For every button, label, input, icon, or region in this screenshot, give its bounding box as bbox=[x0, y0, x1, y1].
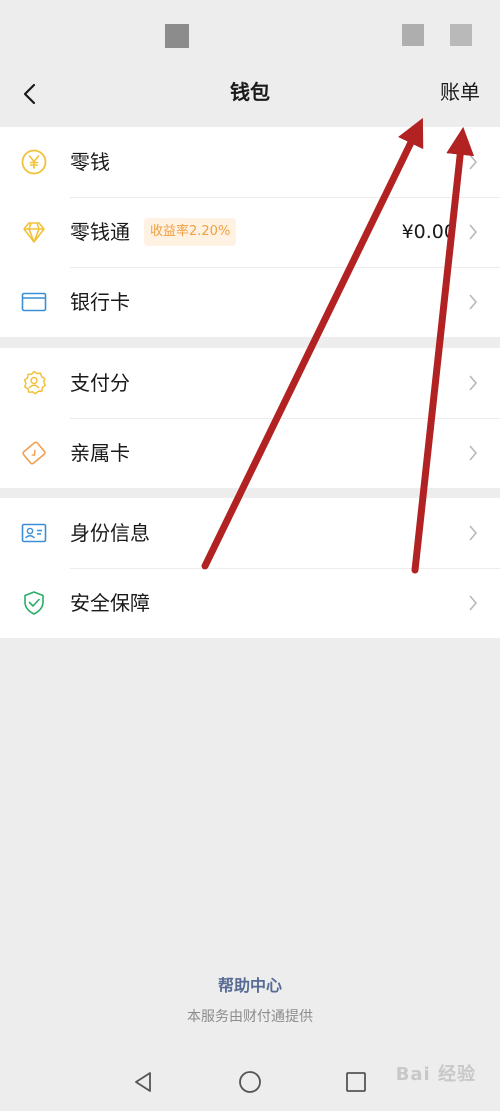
shield-check-icon bbox=[24, 591, 44, 615]
chevron-right-icon bbox=[469, 154, 478, 170]
nav-home-icon[interactable] bbox=[238, 1070, 262, 1094]
baidu-watermark: Bai 经验 bbox=[395, 1064, 476, 1085]
chevron-right-icon bbox=[469, 375, 478, 391]
status-bar-blur-right2 bbox=[450, 24, 472, 46]
row-label: 零钱 bbox=[70, 150, 110, 174]
bank-card-icon bbox=[21, 292, 47, 312]
nav-recents-icon[interactable] bbox=[344, 1070, 368, 1094]
family-card-icon bbox=[22, 441, 46, 465]
page-title: 钱包 bbox=[230, 80, 270, 104]
nav-bar: 钱包 账单 bbox=[0, 70, 500, 126]
chevron-right-icon bbox=[469, 224, 478, 240]
help-center-link[interactable]: 帮助中心 bbox=[0, 972, 500, 996]
chevron-right-icon bbox=[469, 294, 478, 310]
wallet-group-3: 身份信息 安全保障 bbox=[0, 498, 500, 638]
chevron-right-icon bbox=[469, 595, 478, 611]
yen-coin-icon bbox=[21, 149, 47, 175]
row-change[interactable]: 零钱 bbox=[0, 127, 500, 197]
row-label: 安全保障 bbox=[70, 591, 150, 615]
chevron-right-icon bbox=[469, 525, 478, 541]
row-family-card[interactable]: 亲属卡 bbox=[0, 418, 500, 488]
status-bar bbox=[0, 0, 500, 70]
row-label: 银行卡 bbox=[70, 290, 130, 314]
status-bar-blur-right1 bbox=[402, 24, 424, 46]
row-label: 身份信息 bbox=[70, 521, 150, 545]
row-label: 亲属卡 bbox=[70, 441, 130, 465]
row-label: 零钱通 bbox=[70, 220, 130, 244]
row-label: 支付分 bbox=[70, 371, 130, 395]
nav-back-icon[interactable] bbox=[131, 1070, 155, 1094]
row-security[interactable]: 安全保障 bbox=[0, 568, 500, 638]
row-lingqiantong[interactable]: 零钱通 收益率2.20% ¥0.00 bbox=[0, 197, 500, 267]
pay-score-icon bbox=[23, 370, 46, 395]
row-pay-score[interactable]: 支付分 bbox=[0, 348, 500, 418]
status-bar-blur-left bbox=[165, 24, 189, 48]
diamond-icon bbox=[23, 222, 45, 243]
row-bank-card[interactable]: 银行卡 bbox=[0, 267, 500, 337]
id-card-icon bbox=[21, 523, 47, 543]
yield-rate-badge: 收益率2.20% bbox=[144, 218, 237, 246]
provider-text: 本服务由财付通提供 bbox=[187, 1009, 313, 1025]
row-identity-info[interactable]: 身份信息 bbox=[0, 498, 500, 568]
balance-value: ¥0.00 bbox=[401, 221, 456, 243]
wallet-group-2: 支付分 亲属卡 bbox=[0, 348, 500, 488]
bill-button[interactable]: 账单 bbox=[440, 74, 480, 110]
chevron-right-icon bbox=[469, 445, 478, 461]
wallet-group-1: 零钱 零钱通 收益率2.20% ¥0.00 银行卡 bbox=[0, 127, 500, 337]
